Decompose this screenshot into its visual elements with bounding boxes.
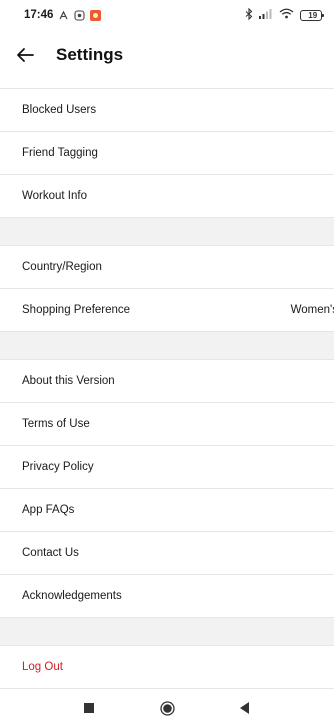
bluetooth-icon xyxy=(245,7,253,23)
settings-item-label: Terms of Use xyxy=(22,418,90,430)
settings-item-label: Blocked Users xyxy=(22,104,97,116)
settings-item-blocked-users[interactable]: Blocked Users xyxy=(0,89,334,132)
signal-sync-icon xyxy=(58,10,69,21)
settings-item-label: Shopping Preference xyxy=(22,304,131,316)
settings-item-contact-us[interactable]: Contact Us xyxy=(0,532,334,575)
settings-item-label: Country/Region xyxy=(22,261,102,273)
recents-button[interactable] xyxy=(79,698,99,718)
top-divider xyxy=(0,80,334,89)
recents-square-icon xyxy=(84,703,94,713)
settings-item-terms-of-use[interactable]: Terms of Use xyxy=(0,403,334,446)
settings-item-about-this-version[interactable]: About this Version xyxy=(0,360,334,403)
system-nav-bar xyxy=(0,690,334,726)
back-triangle-icon xyxy=(240,702,249,714)
wifi-icon xyxy=(279,8,294,22)
settings-item-acknowledgements[interactable]: Acknowledgements xyxy=(0,575,334,618)
settings-item-label: Acknowledgements xyxy=(22,590,122,602)
settings-item-workout-info[interactable]: Workout Info xyxy=(0,175,334,218)
settings-item-privacy-policy[interactable]: Privacy Policy xyxy=(0,446,334,489)
back-arrow-icon xyxy=(17,48,34,62)
page-title: Settings xyxy=(56,45,124,64)
settings-item-shopping-preference[interactable]: Shopping Preference Women's xyxy=(0,289,334,332)
section-gap xyxy=(0,332,334,360)
battery-icon: 19 xyxy=(300,9,324,21)
settings-item-value: Women's xyxy=(290,304,334,316)
settings-item-app-faqs[interactable]: App FAQs xyxy=(0,489,334,532)
status-right: 19 xyxy=(245,7,324,23)
home-circle-icon xyxy=(159,700,175,716)
back-nav-button[interactable] xyxy=(235,698,255,718)
settings-item-label: Privacy Policy xyxy=(22,461,94,473)
home-button[interactable] xyxy=(157,698,177,718)
screen-record-icon xyxy=(74,9,85,21)
settings-item-label: App FAQs xyxy=(22,504,75,516)
section-gap xyxy=(0,218,334,246)
settings-item-log-out[interactable]: Log Out xyxy=(0,646,334,689)
settings-item-country-region[interactable]: Country/Region xyxy=(0,246,334,289)
settings-item-label: Contact Us xyxy=(22,547,79,559)
settings-item-label: Log Out xyxy=(22,661,63,673)
app-bar: Settings xyxy=(0,30,334,80)
status-left: 17:46 xyxy=(24,9,102,21)
app-notification-icon xyxy=(90,9,102,21)
status-time: 17:46 xyxy=(24,9,54,21)
settings-item-label: Workout Info xyxy=(22,190,87,202)
settings-item-label: Friend Tagging xyxy=(22,147,98,159)
section-gap xyxy=(0,618,334,646)
settings-list: Blocked Users Friend Tagging Workout Info C… xyxy=(0,80,334,689)
settings-item-friend-tagging[interactable]: Friend Tagging xyxy=(0,132,334,175)
status-bar: 17:46 19 xyxy=(0,0,334,30)
settings-item-label: About this Version xyxy=(22,375,115,387)
back-button[interactable] xyxy=(12,42,38,68)
cellular-signal-icon xyxy=(259,8,273,22)
battery-level: 19 xyxy=(308,10,318,20)
